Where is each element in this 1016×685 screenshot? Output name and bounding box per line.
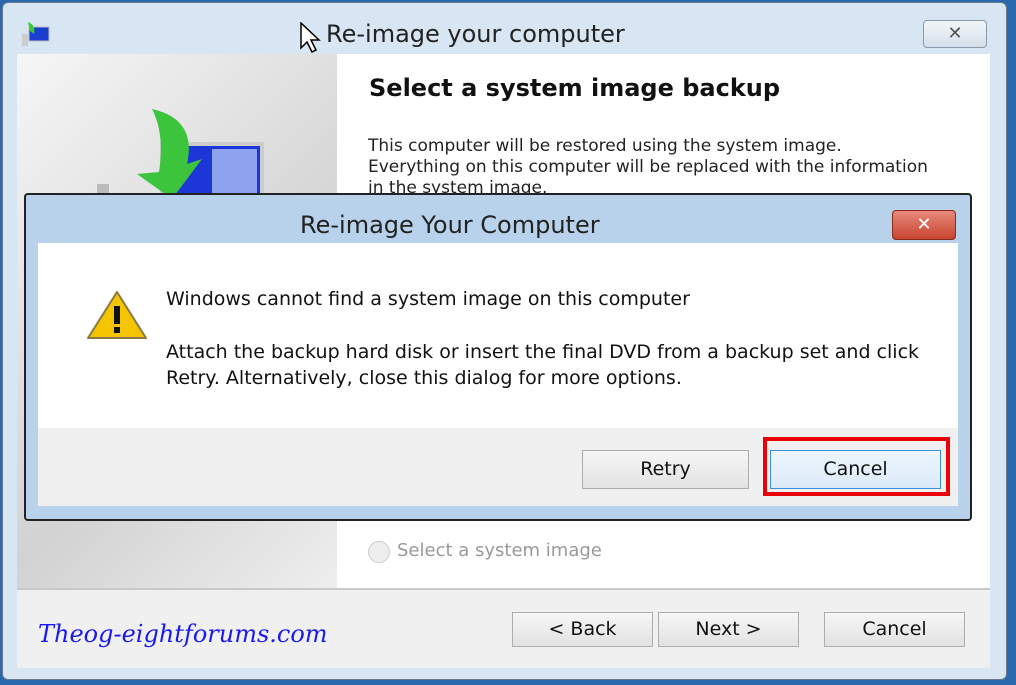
select-system-image-label: Select a system image (397, 540, 602, 561)
wizard-description: This computer will be restored using the… (368, 136, 928, 194)
dialog-body (38, 243, 958, 428)
dialog-title: Re-image Your Computer (300, 211, 600, 239)
dialog-detail: Attach the backup hard disk or insert th… (166, 341, 920, 389)
mouse-cursor-icon (300, 22, 321, 54)
highlight-box (763, 437, 950, 496)
wizard-heading: Select a system image backup (369, 74, 781, 102)
window-close-button[interactable]: ✕ (923, 20, 987, 48)
retry-button[interactable]: Retry (582, 450, 749, 489)
wizard-cancel-button[interactable]: Cancel (824, 612, 965, 647)
close-icon: ✕ (947, 23, 963, 44)
select-system-image-radio[interactable] (368, 541, 390, 563)
dialog-close-button[interactable]: ✕ (892, 210, 956, 240)
window-title: Re-image your computer (326, 20, 625, 48)
dialog-message: Windows cannot find a system image on th… (166, 288, 690, 310)
warning-icon (87, 291, 147, 339)
reimage-app-icon (22, 22, 50, 46)
watermark: Theog-eightforums.com (38, 620, 328, 648)
next-button[interactable]: Next > (658, 612, 799, 647)
back-button[interactable]: < Back (512, 612, 653, 647)
